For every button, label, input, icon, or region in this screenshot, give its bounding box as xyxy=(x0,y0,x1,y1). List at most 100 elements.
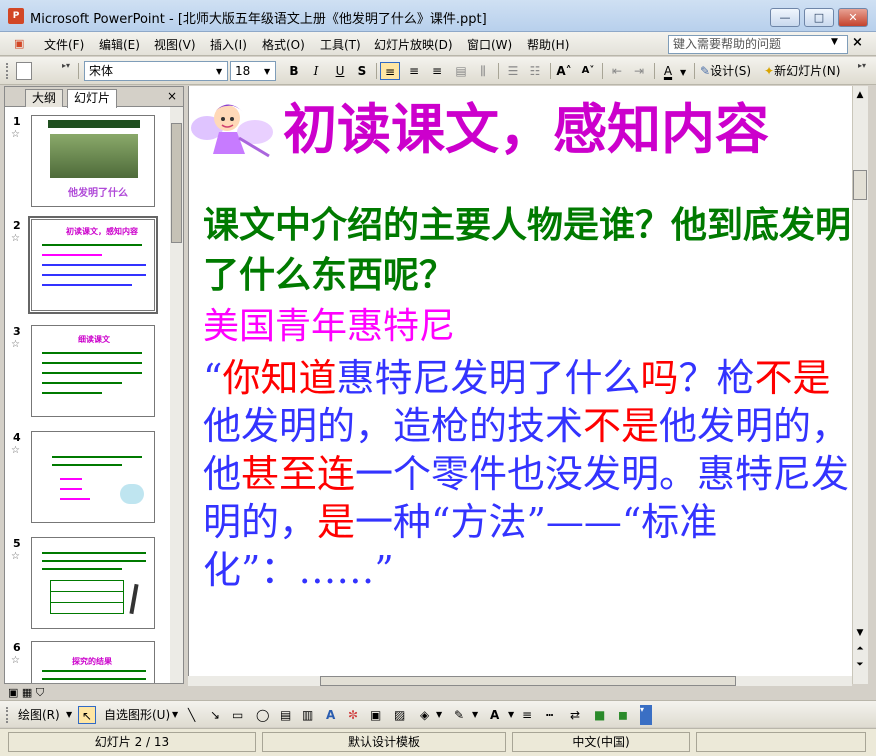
menu-window[interactable]: 窗口(W) xyxy=(467,36,512,53)
chevron-down-icon[interactable]: ▼ xyxy=(472,706,478,724)
slide-thumbnail-4[interactable]: 4 ☆ xyxy=(5,431,171,525)
menu-help[interactable]: 帮助(H) xyxy=(527,36,569,53)
textbox-tool-icon[interactable]: ▤ xyxy=(280,706,291,724)
align-center-button[interactable]: ≡ xyxy=(405,62,423,80)
chevron-down-icon[interactable]: ▼ xyxy=(172,706,178,724)
thumb-text-line xyxy=(42,560,146,562)
chevron-down-icon[interactable]: ▼ xyxy=(66,706,72,724)
slide-scroll-thumb[interactable] xyxy=(853,170,867,200)
previous-slide-icon[interactable]: ⏶ xyxy=(853,642,867,656)
decrease-font-icon[interactable]: A˅ xyxy=(578,62,598,80)
fairy-clipart-icon[interactable] xyxy=(189,94,275,164)
autoshapes-menu-button[interactable]: 自选图形(U) xyxy=(104,706,170,724)
separator xyxy=(654,63,655,79)
dash-style-icon[interactable]: ┅ xyxy=(546,706,553,724)
slide-thumbnail-1[interactable]: 1 ☆ 他发明了什么 xyxy=(5,115,171,209)
slides-pane-scroll-thumb[interactable] xyxy=(171,123,182,243)
slide-thumbnail-5[interactable]: 5 ☆ xyxy=(5,537,171,631)
wordart-icon[interactable]: A xyxy=(326,706,335,724)
tab-slides[interactable]: 幻灯片 xyxy=(67,89,118,108)
new-document-icon[interactable] xyxy=(16,62,32,80)
bold-button[interactable]: B xyxy=(286,62,302,80)
slide-answer-text[interactable]: 美国青年惠特尼 xyxy=(203,304,455,350)
slideshow-view-icon[interactable]: ⛉ xyxy=(36,686,44,699)
italic-button[interactable]: I xyxy=(308,62,324,80)
menu-insert[interactable]: 插入(I) xyxy=(210,36,247,53)
slide-sorter-icon[interactable]: ▦ xyxy=(22,686,32,699)
pane-close-button[interactable]: × xyxy=(167,89,177,103)
underline-button[interactable]: U xyxy=(332,62,348,80)
document-close-button[interactable]: × xyxy=(852,35,863,50)
menu-edit[interactable]: 编辑(E) xyxy=(99,36,140,53)
shadow-style-icon[interactable]: ■ xyxy=(594,706,605,724)
oval-tool-icon[interactable]: ◯ xyxy=(256,706,269,724)
help-search-input[interactable]: 键入需要帮助的问题 xyxy=(668,35,848,54)
picture-icon[interactable]: ▨ xyxy=(394,706,405,724)
menu-slideshow[interactable]: 幻灯片放映(D) xyxy=(374,36,453,53)
close-button[interactable]: ✕ xyxy=(838,8,868,27)
3d-style-icon[interactable]: ◼ xyxy=(618,706,628,724)
font-color-icon[interactable]: A xyxy=(490,706,499,724)
menu-tools[interactable]: 工具(T) xyxy=(320,36,361,53)
slide-question-text[interactable]: 课文中介绍的主要人物是谁？他到底发明了什么东西呢？ xyxy=(203,200,852,300)
new-slide-button[interactable]: ✦新幻灯片(N) xyxy=(764,62,854,80)
minimize-button[interactable]: — xyxy=(770,8,800,27)
toolbar-grip[interactable] xyxy=(6,63,9,79)
quote-segment-emphasis: 吗 xyxy=(640,356,679,400)
line-tool-icon[interactable]: ╲ xyxy=(188,706,195,724)
line-style-icon[interactable]: ≡ xyxy=(522,706,532,724)
menu-format[interactable]: 格式(O) xyxy=(262,36,305,53)
align-right-button[interactable]: ≡ xyxy=(428,62,446,80)
line-color-icon[interactable]: ✎ xyxy=(454,706,464,724)
font-name-combo[interactable]: 宋体 xyxy=(84,61,228,81)
normal-view-icon[interactable]: ▣ xyxy=(8,686,18,699)
select-pointer-icon[interactable]: ↖ xyxy=(78,706,96,724)
slide-thumbnail-2[interactable]: 2 ☆ 初读课文，感知内容 xyxy=(5,216,171,314)
tab-outline[interactable]: 大纲 xyxy=(25,89,64,107)
chevron-down-icon[interactable]: ▼ xyxy=(264,67,270,76)
numbering-icon[interactable]: ☰ xyxy=(504,62,522,80)
document-icon[interactable]: ▣ xyxy=(14,37,24,50)
toolbar-grip[interactable] xyxy=(6,707,9,723)
maximize-button[interactable]: □ xyxy=(804,8,834,27)
menu-view[interactable]: 视图(V) xyxy=(154,36,196,53)
design-button[interactable]: ✎设计(S) xyxy=(700,62,760,80)
align-left-button[interactable]: ≡ xyxy=(380,62,400,80)
slide-title[interactable]: 初读课文，感知内容 xyxy=(283,98,769,160)
text-direction-icon[interactable]: ⫼ xyxy=(474,62,492,80)
shadow-button[interactable]: S xyxy=(354,62,370,80)
slide-thumbnail-3[interactable]: 3 ☆ 细读课文 xyxy=(5,325,171,419)
chevron-down-icon[interactable]: ▼ xyxy=(508,706,514,724)
chevron-down-icon[interactable]: ▼ xyxy=(680,68,686,77)
toolbar-options-icon[interactable]: ▸▾ xyxy=(858,61,870,81)
bullets-icon[interactable]: ☷ xyxy=(526,62,544,80)
powerpoint-app-icon[interactable]: P xyxy=(8,8,24,24)
scroll-down-icon[interactable]: ▼ xyxy=(853,626,867,640)
decrease-indent-icon[interactable]: ⇤ xyxy=(608,62,626,80)
font-color-icon[interactable]: A xyxy=(660,62,676,80)
draw-menu-button[interactable]: 绘图(R) xyxy=(18,706,60,724)
chevron-down-icon[interactable]: ▼ xyxy=(216,67,222,76)
diagram-icon[interactable]: ✼ xyxy=(348,706,358,724)
vertical-textbox-icon[interactable]: ▥ xyxy=(302,706,313,724)
distribute-icon[interactable]: ▤ xyxy=(452,62,470,80)
arrow-style-icon[interactable]: ⇄ xyxy=(570,706,580,724)
thumb-rifle-image xyxy=(129,583,139,615)
menu-file[interactable]: 文件(F) xyxy=(44,36,84,53)
arrow-tool-icon[interactable]: ↘ xyxy=(210,706,220,724)
next-slide-icon[interactable]: ⏷ xyxy=(853,658,867,672)
slide-thumbnail-6[interactable]: 6 ☆ 探究的结果 xyxy=(5,641,171,683)
slide-quote-text[interactable]: “你知道惠特尼发明了什么吗？枪不是他发明的，造枪的技术不是他发明的，他甚至连一个… xyxy=(203,354,852,594)
slide-canvas[interactable]: 初读课文，感知内容 课文中介绍的主要人物是谁？他到底发明了什么东西呢？ 美国青年… xyxy=(188,86,852,676)
chevron-down-icon[interactable]: ▼ xyxy=(436,706,442,724)
clipart-icon[interactable]: ▣ xyxy=(370,706,381,724)
increase-font-icon[interactable]: A˄ xyxy=(554,62,574,80)
toolbar-options-icon[interactable]: ▾ xyxy=(640,705,652,725)
horizontal-scroll-thumb[interactable] xyxy=(320,676,736,686)
toolbar-options-icon[interactable]: ▸▾ xyxy=(62,61,72,81)
fill-color-icon[interactable]: ◈ xyxy=(420,706,429,724)
scroll-up-icon[interactable]: ▲ xyxy=(853,88,867,102)
chevron-down-icon[interactable]: ▼ xyxy=(831,37,838,47)
increase-indent-icon[interactable]: ⇥ xyxy=(630,62,648,80)
rectangle-tool-icon[interactable]: ▭ xyxy=(232,706,243,724)
